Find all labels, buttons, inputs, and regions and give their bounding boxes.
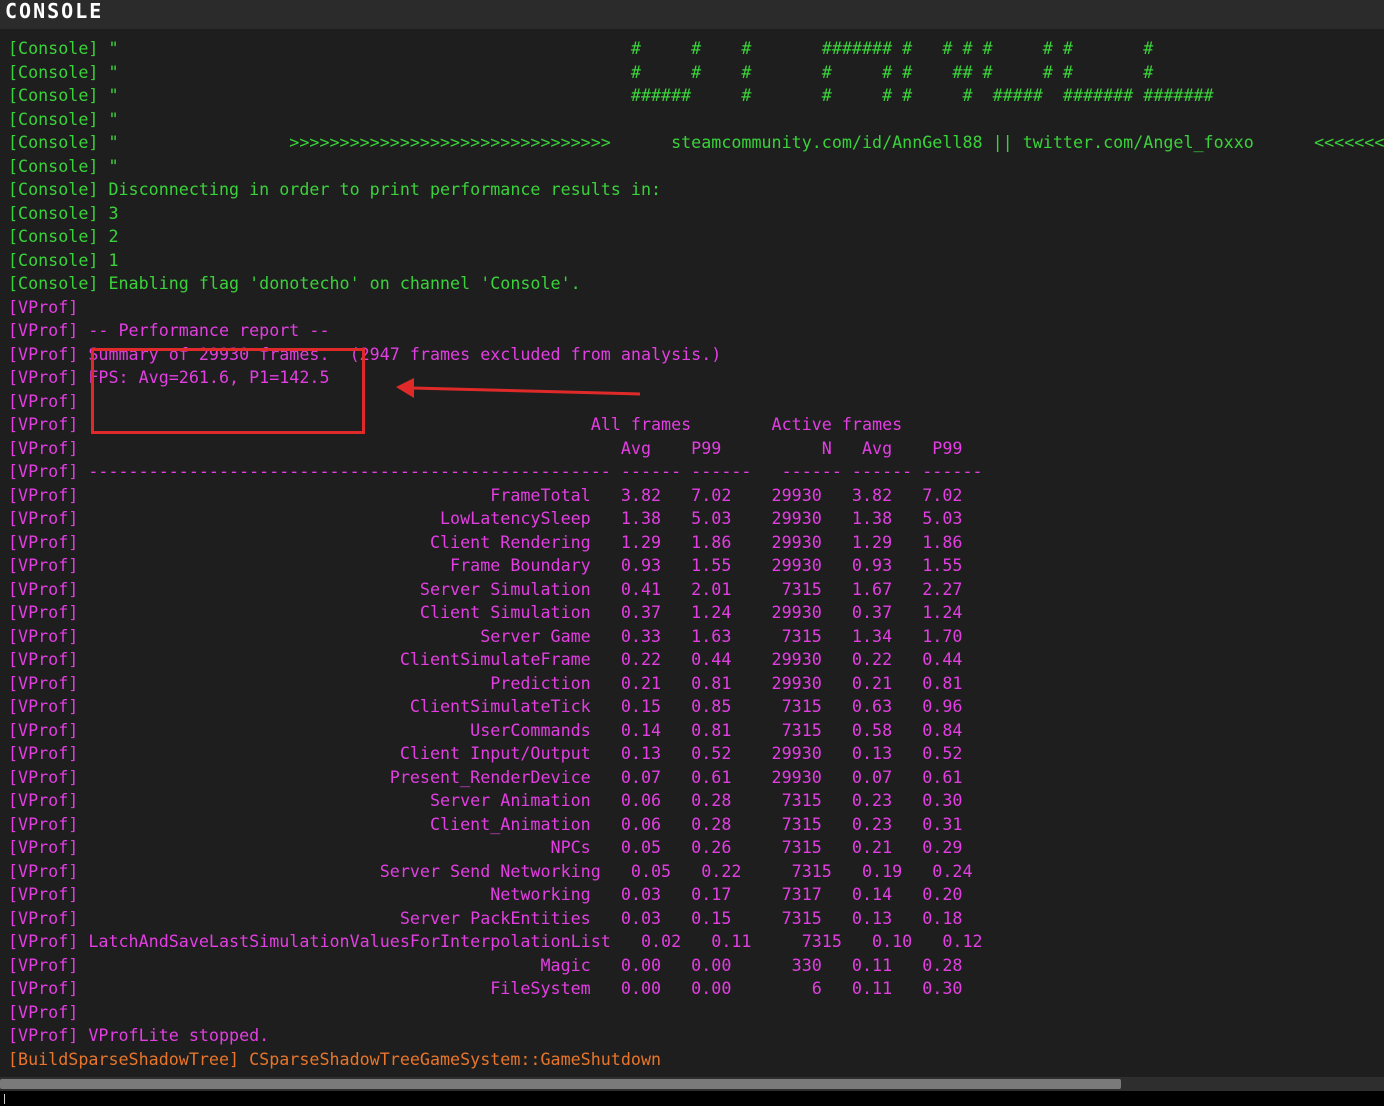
input-caret <box>4 1094 5 1104</box>
console-input[interactable] <box>0 1091 1384 1106</box>
arrow-icon <box>396 378 641 398</box>
horizontal-scrollbar-thumb[interactable] <box>0 1079 1121 1089</box>
